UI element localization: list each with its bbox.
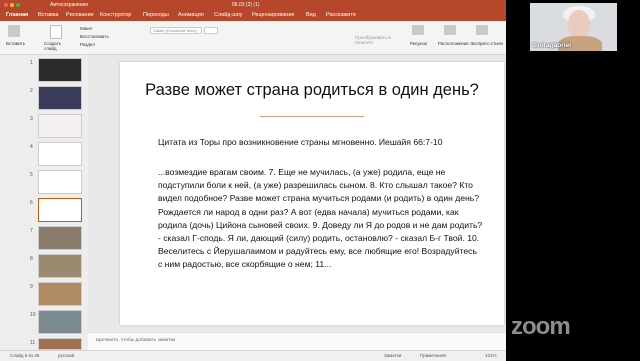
minimize-window-icon[interactable] — [10, 3, 14, 7]
slide-thumbnail-2[interactable] — [38, 86, 82, 110]
styles-icon[interactable] — [476, 25, 488, 35]
picture-icon[interactable] — [412, 25, 424, 35]
notes-button[interactable]: Заметки — [384, 353, 401, 358]
paste-button[interactable]: Вставить — [6, 41, 25, 46]
tab-home[interactable]: Главная — [6, 12, 28, 18]
picture-button[interactable]: Рисунок — [410, 41, 427, 46]
body-line: ...возмездие врагам своим. 7. Еще не муч… — [158, 167, 446, 177]
convert-smartart-button[interactable]: Преобразовать в SmartArt — [355, 35, 399, 45]
layout-button[interactable]: Макет — [80, 26, 93, 31]
notes-placeholder: Щелкните, чтобы добавить заметки — [96, 338, 176, 343]
participant-video[interactable]: dvoragabriel — [530, 3, 617, 51]
slide-thumbnail-4[interactable] — [38, 142, 82, 166]
slide-body-text[interactable]: ...возмездие врагам своим. 7. Еще не муч… — [158, 166, 498, 272]
slide-thumbnail-1[interactable] — [38, 58, 82, 82]
slide-thumbnail-9[interactable] — [38, 282, 82, 306]
slide-thumbnail-11[interactable] — [38, 338, 82, 350]
close-window-icon[interactable] — [4, 3, 8, 7]
tab-view[interactable]: Вид — [306, 12, 316, 18]
thumb-number: 1 — [30, 60, 33, 66]
thumb-number: 9 — [30, 284, 33, 290]
arrange-button[interactable]: Расположение — [438, 41, 469, 46]
language-indicator[interactable]: русский — [58, 353, 74, 358]
maximize-window-icon[interactable] — [16, 3, 20, 7]
slide-thumbnail-3[interactable] — [38, 114, 82, 138]
title-underline — [260, 116, 364, 117]
slide-thumbnail-5[interactable] — [38, 170, 82, 194]
tab-draw[interactable]: Рисование — [66, 12, 94, 18]
slide-subtitle[interactable]: Цитата из Торы про возникновение страны … — [158, 137, 498, 147]
slide-thumbnail-pane: 1 2 3 4 5 6 7 8 9 10 11 — [0, 55, 88, 350]
screen: Автосохранение 06.03 (2) (1) Главная Вст… — [0, 0, 640, 361]
slide-thumbnail-10[interactable] — [38, 310, 82, 334]
slide-thumbnail-6[interactable] — [38, 198, 82, 222]
status-bar: Слайд 6 из 26 русский Заметки Примечания… — [0, 350, 506, 361]
slide-thumbnail-8[interactable] — [38, 254, 82, 278]
body-line: - сказал Г-сподь. Я ли, дающий (силу) ро… — [158, 233, 480, 244]
thumb-number: 11 — [30, 340, 36, 346]
font-name-input[interactable]: Calibri (Основной текст) — [150, 27, 202, 34]
slide-counter: Слайд 6 из 26 — [10, 353, 40, 358]
ribbon-tabs: Главная Вставка Рисование Конструктор Пе… — [0, 10, 506, 21]
zoom-side-panel — [506, 0, 640, 360]
tab-design[interactable]: Конструктор — [100, 12, 131, 18]
ribbon: Вставить Создать слайд Макет Восстановит… — [0, 21, 506, 55]
body-line: родила (дочь) Цийона сыновей своих. 9. Д… — [158, 219, 483, 230]
tab-review[interactable]: Рецензирование — [252, 12, 294, 18]
arrange-icon[interactable] — [444, 25, 456, 35]
reset-button[interactable]: Восстановить — [80, 34, 109, 39]
autosave-label[interactable]: Автосохранение — [50, 2, 88, 8]
tab-insert[interactable]: Вставка — [38, 12, 58, 18]
zoom-watermark: zoom — [511, 313, 571, 340]
paste-icon[interactable] — [8, 25, 20, 37]
thumb-number: 3 — [30, 116, 33, 122]
title-bar: Автосохранение 06.03 (2) (1) — [0, 0, 506, 10]
thumb-number: 4 — [30, 144, 33, 150]
thumb-number: 2 — [30, 88, 33, 94]
thumb-number: 6 — [30, 200, 33, 206]
tab-animations[interactable]: Анимация — [178, 12, 204, 18]
section-button[interactable]: Раздел — [80, 42, 95, 47]
notes-pane[interactable]: Щелкните, чтобы добавить заметки — [88, 332, 506, 351]
thumb-number: 8 — [30, 256, 33, 262]
zoom-level[interactable]: 131% — [485, 353, 497, 358]
thumb-number: 10 — [30, 312, 36, 318]
font-size-input[interactable] — [204, 27, 218, 34]
thumb-number: 5 — [30, 172, 33, 178]
new-slide-icon[interactable] — [50, 25, 62, 39]
tab-slideshow[interactable]: Слайд-шоу — [214, 12, 243, 18]
window-controls — [4, 3, 22, 9]
slide-canvas[interactable]: Разве может страна родиться в один день?… — [120, 62, 504, 325]
quick-styles-button[interactable]: Экспресс-стили — [470, 41, 504, 46]
participant-name: dvoragabriel — [532, 42, 572, 49]
body-line: с ним радостью, все скорбящие о нем; 11.… — [158, 259, 332, 270]
tab-tell-me[interactable]: Расскажите — [326, 12, 356, 18]
tab-transitions[interactable]: Переходы — [143, 12, 169, 18]
comments-button[interactable]: Примечания — [420, 353, 446, 358]
slide-title[interactable]: Разве может страна родиться в один день? — [120, 81, 504, 100]
body-line: подступили боли к ней, (а уже) разрешила… — [158, 180, 473, 191]
document-title: 06.03 (2) (1) — [232, 2, 260, 8]
body-line: Рождается ли народ в одни раз? А вот (ед… — [158, 206, 459, 217]
body-line: Веселитесь с Йерушалаимом и радуйтесь ем… — [158, 246, 477, 257]
thumb-number: 7 — [30, 228, 33, 234]
body-line: видел подобное? Разве может страна мучит… — [158, 193, 480, 204]
slide-thumbnail-7[interactable] — [38, 226, 82, 250]
participant-face — [568, 10, 590, 38]
new-slide-button[interactable]: Создать слайд — [44, 41, 70, 51]
